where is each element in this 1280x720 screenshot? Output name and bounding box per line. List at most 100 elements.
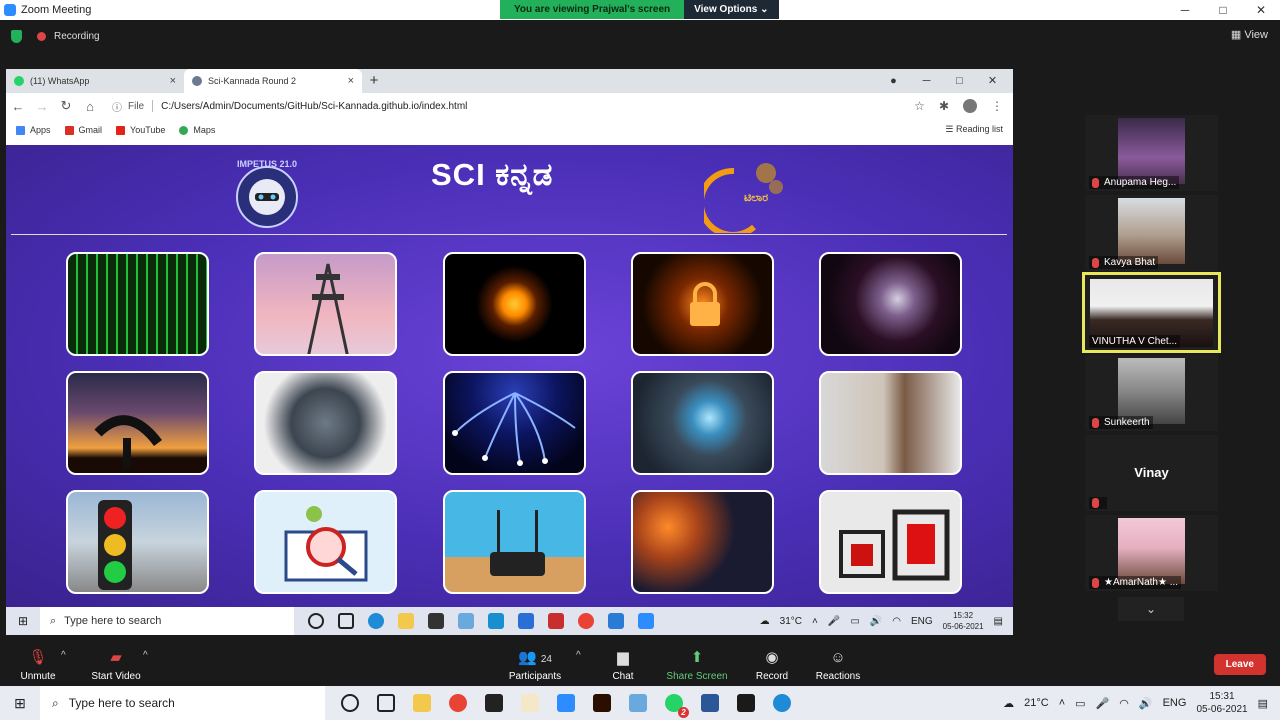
taskbar-search-field[interactable]: ⌕ Type here to search [40,607,294,635]
app-icon[interactable] [458,613,474,629]
participant-tile[interactable]: Sunkeerth [1085,355,1218,431]
edge-icon[interactable] [368,613,384,629]
bookmark-apps[interactable]: Apps [16,125,51,135]
fiber-optics-image[interactable] [443,371,586,475]
info-icon[interactable]: ⓘ [112,99,122,114]
pycharm-icon[interactable] [737,694,755,712]
browser-maximize-button[interactable]: □ [943,71,976,91]
bookmark-maps[interactable]: Maps [179,125,215,135]
notification-icon[interactable]: ▤ [1258,697,1268,710]
mail-icon[interactable] [518,613,534,629]
clock[interactable]: 15:32 05-06-2021 [943,610,984,632]
reload-icon[interactable]: ↻ [54,98,78,114]
view-options-button[interactable]: View Options ⌄ [684,0,779,19]
file-explorer-icon[interactable] [398,613,414,629]
mcafee-icon[interactable] [548,613,564,629]
cyber-lock-image[interactable] [631,252,774,356]
battery-icon[interactable]: ▭ [850,616,859,627]
bookmark-star-icon[interactable]: ☆ [914,99,925,113]
close-button[interactable]: ✕ [1242,0,1280,20]
cortana-icon[interactable] [308,613,324,629]
wifi-icon[interactable]: ◠ [1119,697,1129,710]
sun-image[interactable] [443,252,586,356]
participants-options-caret[interactable]: ^ [576,650,581,661]
participant-tile[interactable]: Anupama Heg... [1085,115,1218,191]
cortana-icon[interactable] [341,694,359,712]
word-icon[interactable] [701,694,719,712]
reading-list-button[interactable]: ☰ Reading list [945,124,1003,135]
microphone-icon[interactable]: 🎤 [828,616,840,627]
bookmark-youtube[interactable]: YouTube [116,125,165,135]
smartphone-image[interactable] [819,371,962,475]
extensions-icon[interactable]: ✱ [939,99,949,113]
hologram-globe-image[interactable] [631,371,774,475]
task-view-icon[interactable] [377,694,395,712]
audio-options-caret[interactable]: ^ [61,650,66,661]
chrome-icon[interactable] [578,613,594,629]
language-indicator[interactable]: ENG [1163,697,1187,709]
language-indicator[interactable]: ENG [911,616,933,627]
participant-tile[interactable]: Kavya Bhat [1085,195,1218,271]
chevron-up-icon[interactable]: ˄ [812,616,818,627]
browser-close-button[interactable]: ✕ [976,71,1009,91]
binary-code-image[interactable] [66,252,209,356]
new-tab-button[interactable]: + [362,69,386,93]
chevron-up-icon[interactable]: ˄ [1059,697,1065,709]
profile-dot-icon[interactable]: ● [877,71,910,91]
participant-tile[interactable]: ★AmarNath★ ... [1085,515,1218,591]
more-participants-button[interactable]: ⌄ [1118,597,1184,621]
data-analysis-image[interactable] [254,490,397,594]
browser-minimize-button[interactable]: ─ [910,71,943,91]
profile-avatar[interactable] [963,99,977,113]
intellij-icon[interactable] [485,694,503,712]
record-button[interactable]: ◉ Record [752,648,792,682]
menu-icon[interactable]: ⋮ [991,99,1003,113]
leave-button[interactable]: Leave [1213,654,1266,675]
start-video-button[interactable]: ▰ Start Video [88,648,144,682]
volume-icon[interactable]: 🔊 [1139,697,1153,710]
windows-start-icon[interactable]: ⊞ [0,695,40,712]
whatsapp-icon[interactable]: 2 [665,694,689,718]
vscode-icon[interactable] [608,613,624,629]
back-icon[interactable]: ← [6,99,30,114]
participant-tile[interactable]: Vinay [1085,435,1218,511]
wifi-icon[interactable]: ◠ [892,616,901,627]
security-shield-icon[interactable] [11,29,22,43]
video-options-caret[interactable]: ^ [143,650,148,661]
share-screen-button[interactable]: ⬆ Share Screen [666,648,728,682]
reactions-button[interactable]: ☺ Reactions [814,648,862,682]
weather-icon[interactable]: ☁ [1003,697,1014,710]
unmute-button[interactable]: 🎙 Unmute [18,648,58,682]
chrome-icon[interactable] [449,694,467,712]
close-tab-icon[interactable]: × [170,75,176,87]
close-tab-icon[interactable]: × [348,75,354,87]
battery-icon[interactable]: ▭ [1075,697,1085,710]
clock[interactable]: 15:31 05-06-2021 [1196,690,1247,716]
participants-button[interactable]: 👥 24 Participants [505,648,565,682]
maximize-button[interactable]: □ [1204,0,1242,20]
store-icon[interactable] [428,613,444,629]
tab-sci-kannada[interactable]: Sci-Kannada Round 2 × [184,69,362,93]
wifi-router-image[interactable] [443,490,586,594]
file-explorer-icon[interactable] [413,694,431,712]
taskbar-search-field[interactable]: ⌕ Type here to search [40,686,325,720]
tab-whatsapp[interactable]: (11) WhatsApp × [6,69,184,93]
active-speaker-tile[interactable]: VINUTHA V Chet... [1082,272,1221,353]
3d-printer-image[interactable] [819,490,962,594]
windows-start-icon[interactable]: ⊞ [6,614,40,628]
bookmark-gmail[interactable]: Gmail [64,125,102,135]
traffic-light-image[interactable] [66,490,209,594]
minimize-button[interactable]: ─ [1166,0,1204,20]
url-field[interactable]: ⓘ File C:/Users/Admin/Documents/GitHub/S… [112,99,914,114]
zoom-icon[interactable] [557,694,575,712]
task-view-icon[interactable] [338,613,354,629]
view-button[interactable]: ▦ View [1231,28,1268,41]
home-icon[interactable]: ⌂ [78,99,102,114]
app-icon[interactable] [629,694,647,712]
notification-icon[interactable]: ▤ [994,616,1003,627]
illustrator-icon[interactable] [593,694,611,712]
notepad-icon[interactable] [521,694,539,712]
electronic-waste-image[interactable] [254,371,397,475]
volume-icon[interactable]: 🔊 [870,616,882,627]
cell-tower-image[interactable] [254,252,397,356]
